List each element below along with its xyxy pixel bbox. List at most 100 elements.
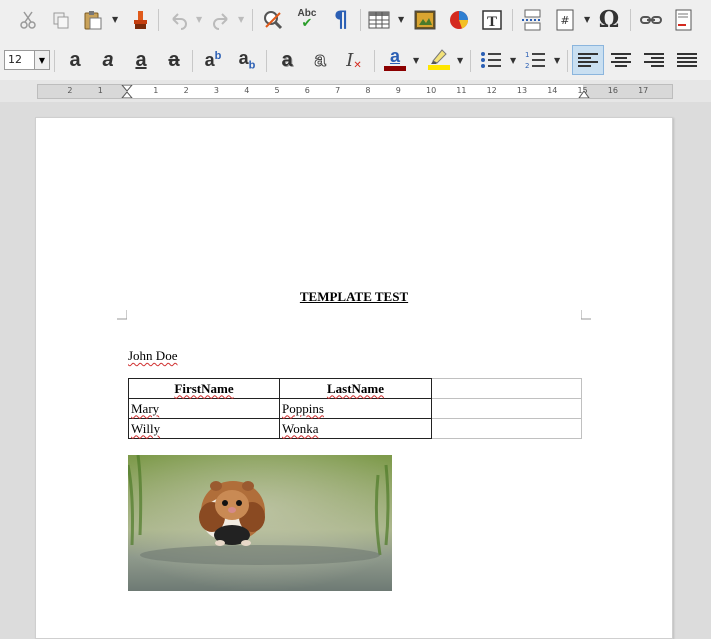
redo-icon[interactable] [206,5,236,35]
formatting-marks-icon[interactable]: ¶ [326,5,356,35]
ruler-number: 17 [638,86,649,95]
horizontal-ruler[interactable]: 2 1 1 2 3 4 5 6 7 8 9 10 11 12 13 14 15 16 17 [37,84,673,99]
standard-toolbar: ▼ ▼ ▼ Abc ✔ ¶ ▼ T # ▼ Ω [0,0,711,42]
svg-text:2: 2 [525,62,529,69]
highlight-dropdown-icon[interactable]: ▼ [457,56,463,65]
check-icon: ✔ [301,16,313,31]
ruler-right-margin [583,85,672,98]
redo-dropdown-icon[interactable]: ▼ [238,15,244,24]
ordered-list-dropdown-icon[interactable]: ▼ [554,56,560,65]
header-text: LastName [326,380,385,396]
insert-chart-icon[interactable] [444,5,474,35]
clone-formatting-icon[interactable] [124,5,154,35]
table-row: Willy Wonka [128,418,582,439]
ruler-number: 14 [547,86,558,95]
unordered-list-icon[interactable] [476,45,506,75]
ruler-number: 7 [335,86,341,95]
cell-text: Poppins [282,400,324,416]
ordered-list-icon[interactable]: 12 [520,45,550,75]
document-page[interactable]: TEMPLATE TEST John Doe FirstName LastNam… [35,117,673,639]
font-color-dropdown-icon[interactable]: ▼ [413,56,419,65]
table-cell[interactable]: Wonka [279,418,432,439]
font-size-dropdown-icon[interactable]: ▼ [34,51,49,69]
table-cell[interactable]: Willy [128,418,280,439]
ruler-area: 2 1 1 2 3 4 5 6 7 8 9 10 11 12 13 14 15 16 17 [0,80,711,102]
outline-icon[interactable]: a [305,45,335,75]
subscript-icon[interactable]: ab [232,45,262,75]
ruler-number: 10 [426,86,437,95]
insert-image-icon[interactable] [410,5,440,35]
highlight-color-icon[interactable] [424,43,454,73]
align-left-icon[interactable] [572,45,604,75]
highlight-color-swatch [428,64,450,70]
bold-icon[interactable]: a [60,45,90,75]
hyperlink-icon[interactable] [636,5,666,35]
strikethrough-icon[interactable]: a [159,45,189,75]
empty-cell[interactable] [431,398,582,419]
ruler-number: 16 [607,86,618,95]
shadow-icon[interactable]: a [272,45,302,75]
table-header-row: FirstName LastName [128,378,582,399]
insert-table-dropdown-icon[interactable]: ▼ [398,15,404,24]
hamster-photo[interactable] [128,455,392,591]
ruler-left-margin [38,85,126,98]
special-character-icon[interactable]: Ω [594,4,624,34]
undo-icon[interactable] [164,5,194,35]
table-header-firstname[interactable]: FirstName [128,378,280,399]
font-size-value: 12 [8,53,22,66]
insert-field-icon[interactable]: # [550,5,580,35]
superscript-icon[interactable]: ab [198,45,228,75]
underline-icon[interactable]: a [126,45,156,75]
ruler-number: 3 [213,86,219,95]
svg-text:#: # [560,14,569,27]
align-center-icon[interactable] [606,45,636,75]
empty-cell[interactable] [431,378,582,399]
font-color-icon[interactable]: a [380,43,410,73]
undo-dropdown-icon[interactable]: ▼ [196,15,202,24]
cell-text: Wonka [282,420,319,436]
justify-icon[interactable] [672,45,702,75]
unordered-list-dropdown-icon[interactable]: ▼ [510,56,516,65]
ruler-number: 13 [516,86,528,95]
ruler-number: 5 [274,86,280,95]
text-boundary-corner-icon [117,310,127,320]
clear-formatting-icon[interactable]: I ✕ [339,45,369,75]
empty-cell[interactable] [431,418,582,439]
align-right-icon[interactable] [639,45,669,75]
document-title: TEMPLATE TEST [36,289,672,305]
ruler-number: 8 [365,86,371,95]
find-replace-icon[interactable] [258,5,288,35]
ruler-number: 9 [395,86,401,95]
header-text: FirstName [174,380,234,396]
svg-text:1: 1 [525,51,529,59]
names-table: FirstName LastName Mary Poppins Willy Wo… [128,378,582,439]
table-cell[interactable]: Poppins [279,398,432,419]
ruler-number: 6 [304,86,310,95]
document-title-text: TEMPLATE TEST [299,289,409,304]
right-indent-marker-icon[interactable] [578,91,590,98]
author-text: John Doe [128,348,178,363]
ruler-number: 11 [456,86,467,95]
insert-page-break-icon[interactable] [517,5,547,35]
table-cell[interactable]: Mary [128,398,280,419]
paste-dropdown-icon[interactable]: ▼ [112,15,118,24]
font-size-select[interactable]: 12 ▼ [4,50,50,70]
italic-icon[interactable]: a [93,45,123,75]
insert-footnote-icon[interactable] [669,5,699,35]
copy-icon[interactable] [46,5,76,35]
table-header-lastname[interactable]: LastName [279,378,432,399]
cell-text: Willy [131,420,161,436]
ruler-number: 2 [67,86,73,95]
cut-icon[interactable] [13,5,43,35]
indent-marker-icon[interactable] [121,85,133,98]
ruler-number: 12 [486,86,497,95]
insert-table-icon[interactable] [364,5,394,35]
text-boundary-corner-icon [581,310,591,320]
font-color-swatch [384,65,406,71]
insert-text-box-icon[interactable]: T [477,5,507,35]
insert-field-dropdown-icon[interactable]: ▼ [584,15,590,24]
spelling-icon[interactable]: Abc ✔ [292,4,322,34]
cell-text: Mary [131,400,160,416]
table-row: Mary Poppins [128,398,582,419]
paste-icon[interactable] [78,5,108,35]
